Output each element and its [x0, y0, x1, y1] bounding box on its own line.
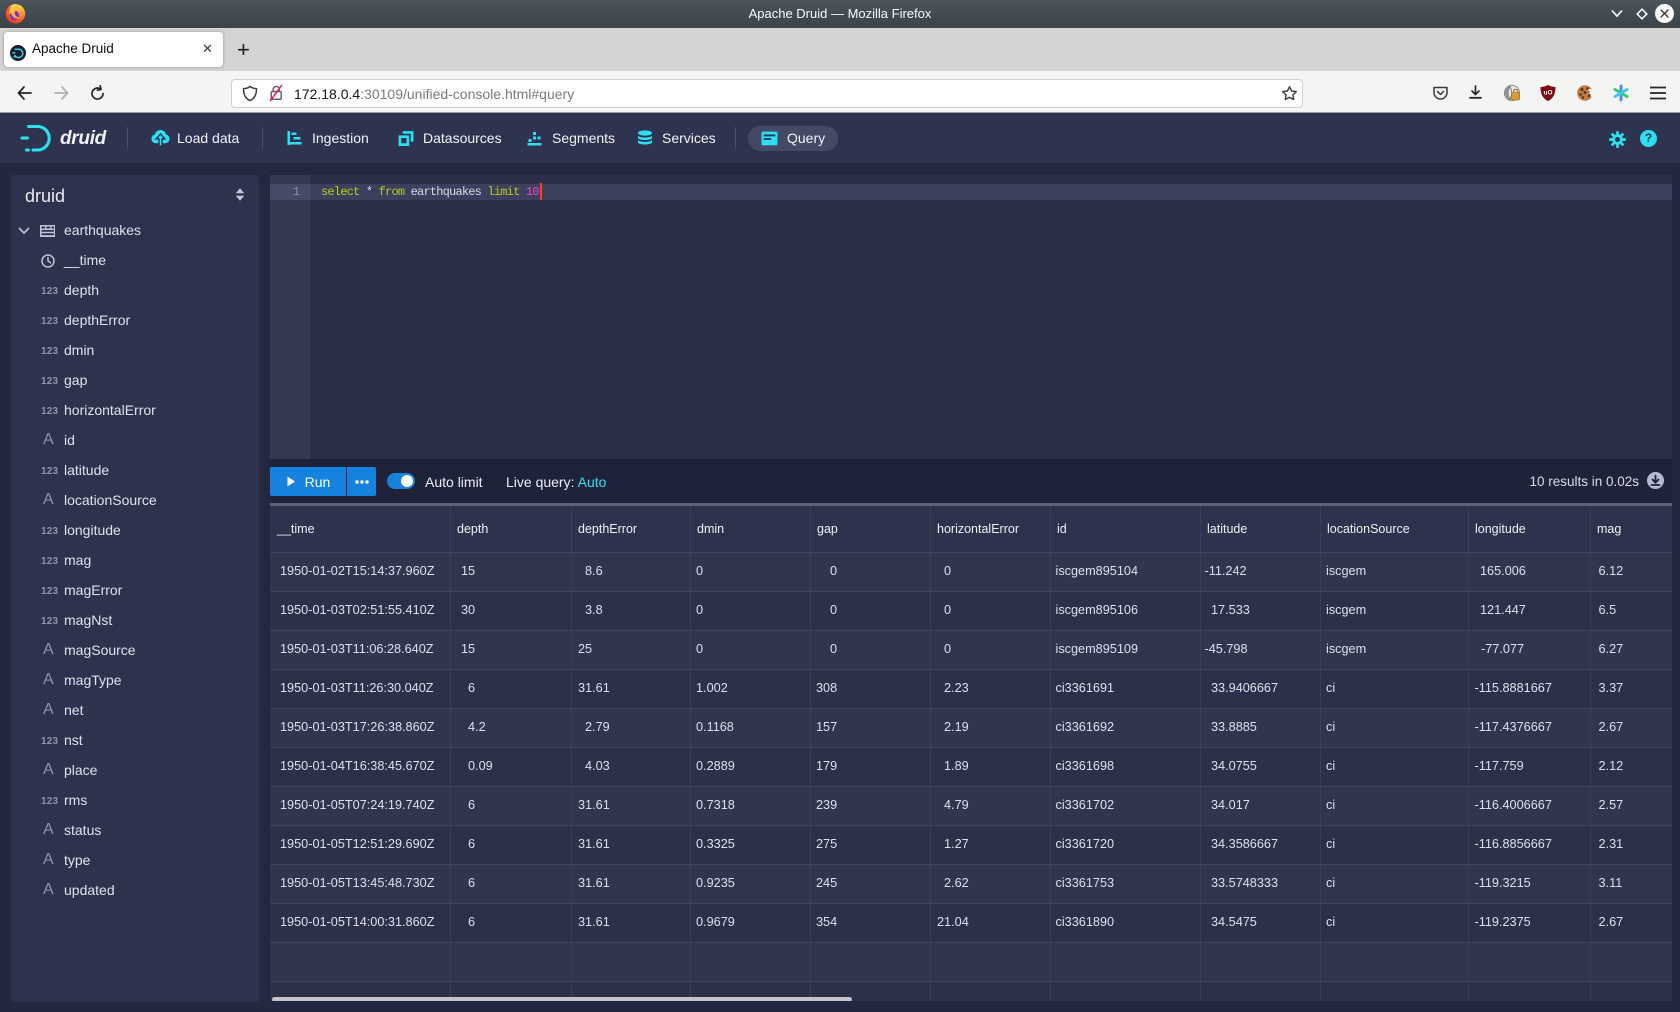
- svg-text:uO: uO: [1543, 90, 1552, 97]
